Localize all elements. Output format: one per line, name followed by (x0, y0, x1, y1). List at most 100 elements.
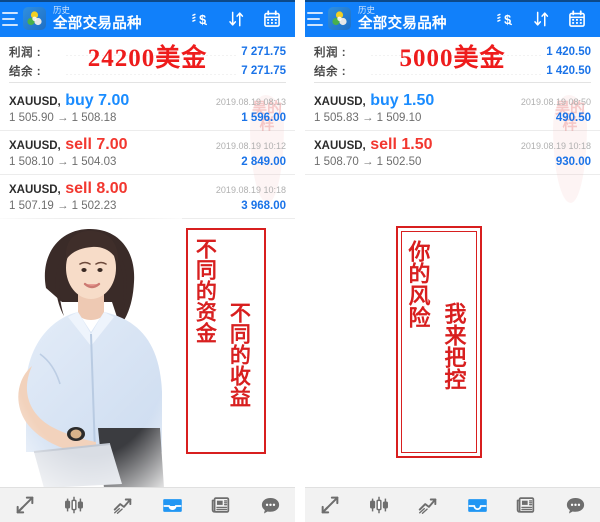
balance-label: 结余 : (314, 65, 347, 78)
deal-pnl: 490.50 (555, 112, 591, 124)
chat-bubble-icon (566, 497, 584, 514)
profit-row: 利润 : 7 271.75 (9, 42, 286, 61)
deal-symbol: XAUUSD, (314, 96, 366, 108)
deal-symbol: XAUUSD, (314, 140, 366, 152)
annotation-col2-text: 我来把控 (441, 302, 467, 390)
deal-divider (0, 218, 295, 219)
logo-glyph-icon (27, 11, 42, 26)
right-phone-panel: 历史 全部交易品种 $ 利润: 1 420.50 结余: 1 420.50 … (305, 0, 600, 522)
svg-text:$: $ (199, 13, 206, 27)
deal-prices: 1 508.10 → 1 504.03 (9, 156, 117, 168)
deal-pnl: 1 596.00 (241, 112, 286, 124)
summary-divider (314, 82, 591, 83)
profit-label: 利润 : (9, 46, 42, 59)
tab-chat[interactable] (257, 493, 283, 517)
balance-label: 结余 : (9, 65, 42, 78)
header-subtitle: 历史 (53, 5, 71, 15)
summary-divider (9, 82, 286, 83)
tab-chat[interactable] (562, 493, 588, 517)
app-header: 历史 全部交易品种 $ (0, 0, 295, 37)
annotation-column-1: 不同的资金 (193, 238, 218, 343)
deal-datetime: 2019.08.19 08:13 (215, 97, 286, 107)
candlestick-icon (369, 496, 388, 514)
svg-text:$: $ (504, 13, 511, 27)
annotation-col2-text: 不同的收益 (227, 302, 252, 407)
candlestick-icon (64, 496, 83, 514)
calendar-icon[interactable] (262, 9, 282, 29)
tab-charts[interactable] (61, 493, 87, 517)
balance-row: 结余 : 7 271.75 (9, 61, 286, 80)
deal-row[interactable]: XAUUSD, sell 8.00 2019.08.19 10:18 1 507… (0, 175, 295, 218)
deal-datetime: 2019.08.19 10:18 (215, 185, 286, 195)
app-header: 历史 全部交易品种 $ (305, 0, 600, 37)
hamburger-menu-icon[interactable] (307, 11, 323, 26)
app-logo-icon (328, 7, 351, 30)
deal-list: 昊的样 XAUUSD, buy 7.00 2019.08.19 08:13 1 … (0, 87, 295, 219)
sort-icon[interactable] (531, 9, 551, 29)
logo-glyph-icon (332, 11, 347, 26)
bottom-toolbar (0, 487, 295, 522)
leader-dots (65, 55, 238, 56)
screenshot-root: 历史 全部交易品种 $ 利润: 7 271.75 结余: 7 271.75 … (0, 0, 600, 522)
tab-trade[interactable] (415, 493, 441, 517)
tab-news[interactable] (513, 493, 539, 517)
header-titles: 历史 全部交易品种 (358, 6, 495, 31)
deal-divider (305, 174, 600, 175)
hamburger-menu-icon[interactable] (2, 11, 18, 26)
tab-news[interactable] (208, 493, 234, 517)
deal-row[interactable]: XAUUSD, buy 7.00 2019.08.19 08:13 1 505.… (0, 87, 295, 130)
deal-side: sell 1.50 (370, 136, 433, 153)
tab-quotes[interactable] (317, 493, 343, 517)
tab-history[interactable] (159, 493, 185, 517)
annotation-column-2: 我来把控 (441, 302, 467, 390)
annotation-col1-text: 不同的资金 (193, 238, 218, 343)
annotation-column-2: 不同的收益 (227, 302, 252, 407)
inbox-icon (467, 498, 487, 512)
deal-prices: 1 508.70 → 1 502.50 (314, 156, 422, 168)
deal-row[interactable]: XAUUSD, sell 1.50 2019.08.19 10:18 1 508… (305, 131, 600, 174)
deal-side: buy 1.50 (370, 92, 435, 109)
businesswoman-photo (0, 216, 182, 488)
tab-trade[interactable] (110, 493, 136, 517)
deal-row[interactable]: XAUUSD, buy 1.50 2019.08.19 08:50 1 505.… (305, 87, 600, 130)
balance-value: 7 271.75 (241, 64, 286, 77)
trend-line-icon (418, 498, 437, 514)
deal-pnl: 3 968.00 (241, 200, 286, 212)
leader-dots (370, 55, 543, 56)
profit-value: 1 420.50 (546, 45, 591, 58)
bottom-toolbar (305, 487, 600, 522)
app-logo-icon (23, 7, 46, 30)
annotation-column-1: 你的风险 (405, 240, 430, 328)
newspaper-icon (211, 497, 230, 513)
annotation-box: 你的风险 我来把控 (396, 226, 482, 458)
profit-label: 利润 : (314, 46, 347, 59)
account-summary: 利润 : 7 271.75 结余 : 7 271.75 (0, 37, 295, 87)
currency-icon[interactable]: $ (190, 9, 210, 29)
currency-icon[interactable]: $ (495, 9, 515, 29)
tab-history[interactable] (464, 493, 490, 517)
header-subtitle: 历史 (358, 5, 376, 15)
deal-symbol: XAUUSD, (9, 184, 61, 196)
inbox-icon (162, 498, 182, 512)
deal-pnl: 2 849.00 (241, 156, 286, 168)
calendar-icon[interactable] (567, 9, 587, 29)
newspaper-icon (516, 497, 535, 513)
page-title: 全部交易品种 (53, 15, 142, 32)
deal-row[interactable]: XAUUSD, sell 7.00 2019.08.19 10:12 1 508… (0, 131, 295, 174)
account-summary: 利润 : 1 420.50 结余 : 1 420.50 (305, 37, 600, 87)
tab-charts[interactable] (366, 493, 392, 517)
deal-datetime: 2019.08.19 08:50 (520, 97, 591, 107)
balance-value: 1 420.50 (546, 64, 591, 77)
header-titles: 历史 全部交易品种 (53, 6, 190, 31)
deal-symbol: XAUUSD, (9, 96, 61, 108)
deal-datetime: 2019.08.19 10:12 (215, 141, 286, 151)
deal-symbol: XAUUSD, (9, 140, 61, 152)
deal-prices: 1 505.83 → 1 509.10 (314, 112, 422, 124)
sort-icon[interactable] (226, 9, 246, 29)
balance-row: 结余 : 1 420.50 (314, 61, 591, 80)
deal-prices: 1 505.90 → 1 508.18 (9, 112, 117, 124)
deal-side: sell 8.00 (65, 180, 128, 197)
header-actions: $ (190, 9, 289, 29)
leader-dots (370, 74, 543, 75)
tab-quotes[interactable] (12, 493, 38, 517)
